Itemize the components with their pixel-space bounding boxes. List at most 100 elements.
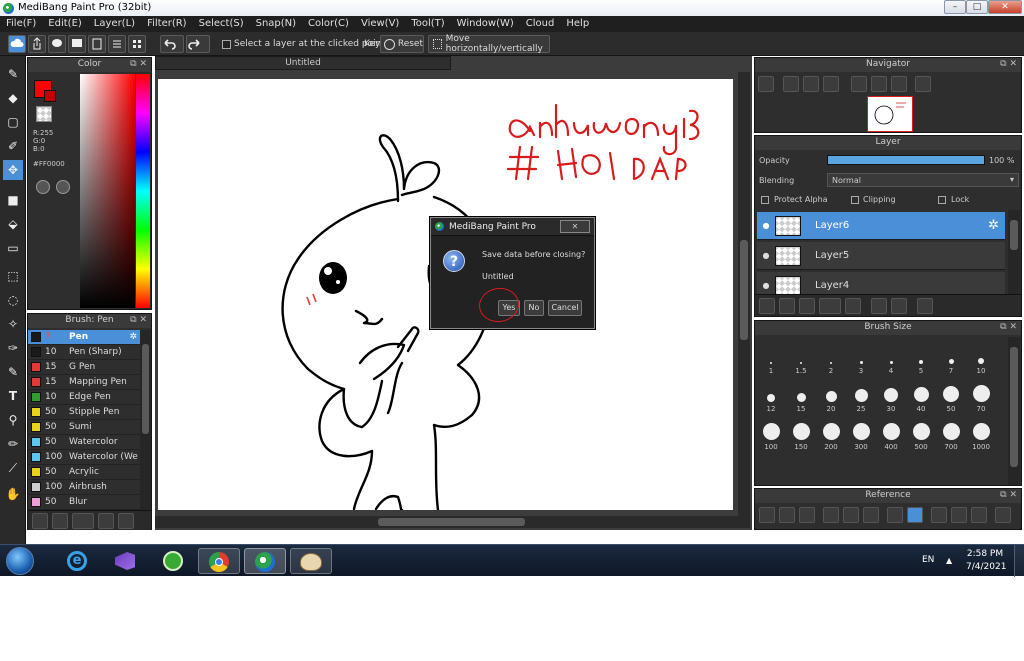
brush-size-cell[interactable]: 40 <box>906 377 936 413</box>
zoom-out-icon[interactable] <box>823 76 839 92</box>
layer-row[interactable]: ● Layer5 <box>757 242 1005 270</box>
fill-rect-tool-icon[interactable]: ■ <box>3 190 23 210</box>
brush-size-cell[interactable]: 12 <box>756 377 786 413</box>
cloud-icon[interactable] <box>8 35 26 53</box>
layer-scrollbar[interactable] <box>1008 210 1020 294</box>
grid-icon[interactable] <box>128 35 146 53</box>
brush-item[interactable]: 7 Pen ✲ <box>28 330 140 345</box>
eraser-tool-icon[interactable]: ◆ <box>3 88 23 108</box>
bucket-tool-icon[interactable]: ⬙ <box>3 214 23 234</box>
select-pen-icon[interactable]: ✑ <box>3 338 23 358</box>
rotate-right-icon[interactable] <box>891 76 907 92</box>
clipping-checkbox[interactable] <box>851 196 859 204</box>
brush-size-cell[interactable]: 100 <box>756 415 786 451</box>
brush-size-cell[interactable]: 150 <box>786 415 816 451</box>
reference-rotate-left-icon[interactable] <box>931 507 947 523</box>
close-button[interactable]: ✕ <box>988 0 1022 14</box>
zoom-in-icon[interactable] <box>783 76 799 92</box>
document-icon[interactable] <box>88 35 106 53</box>
brush-size-cell[interactable]: 2 <box>816 339 846 375</box>
panel-close-icon[interactable]: ⧉ ✕ <box>1000 321 1017 334</box>
palette-icon[interactable] <box>36 180 50 194</box>
minimize-button[interactable]: – <box>944 0 966 14</box>
comment-icon[interactable] <box>48 35 66 53</box>
folder-icon[interactable] <box>845 298 861 314</box>
brush-size-cell[interactable]: 30 <box>876 377 906 413</box>
menu-item[interactable]: File(F) <box>0 16 42 32</box>
menu-item[interactable]: Cloud <box>520 16 561 32</box>
clock-date[interactable]: 7/4/2021 <box>966 562 1006 572</box>
coccoc-browser-icon[interactable] <box>154 548 192 574</box>
protect-alpha-checkbox[interactable] <box>761 196 769 204</box>
move-tool-icon[interactable]: ✥ <box>3 160 23 180</box>
panel-close-icon[interactable]: ⧉ ✕ <box>130 58 147 71</box>
gear-icon[interactable]: ✲ <box>988 218 999 233</box>
panel-close-icon[interactable]: ⧉ ✕ <box>1000 58 1017 71</box>
panel-close-icon[interactable]: ⧉ ✕ <box>1000 489 1017 502</box>
clock-time[interactable]: 2:58 PM <box>966 549 1004 559</box>
brush-item[interactable]: 50 Blur <box>28 495 140 510</box>
brush-size-scrollbar[interactable] <box>1008 337 1020 485</box>
brush-size-cell[interactable]: 3 <box>846 339 876 375</box>
reference-zoom-out-icon[interactable] <box>863 507 879 523</box>
redo-icon[interactable] <box>186 35 210 53</box>
no-button[interactable]: No <box>524 300 544 316</box>
hand-tool-icon[interactable]: ✋ <box>3 484 23 504</box>
dialog-close-button[interactable]: ✕ <box>560 220 590 233</box>
eyedropper-tool-icon[interactable]: ⟋ <box>3 458 23 478</box>
rotate-left-icon[interactable] <box>851 76 867 92</box>
brush-size-cell[interactable]: 1000 <box>966 415 996 451</box>
brush-item[interactable]: 50 Acrylic <box>28 465 140 480</box>
delete-layer-icon[interactable] <box>917 298 933 314</box>
reference-close-icon[interactable] <box>799 507 815 523</box>
menu-item[interactable]: Tool(T) <box>405 16 450 32</box>
brush-settings-icon[interactable] <box>98 513 114 529</box>
new-layer-icon[interactable] <box>759 298 775 314</box>
select-layer-checkbox[interactable] <box>222 40 231 49</box>
opacity-slider[interactable] <box>827 155 985 165</box>
post-icon[interactable] <box>68 35 86 53</box>
language-indicator[interactable]: EN <box>922 555 934 565</box>
internet-explorer-icon[interactable]: e <box>58 548 96 574</box>
move-direction-button[interactable]: Move horizontally/vertically <box>428 34 550 54</box>
brush-size-cell[interactable]: 400 <box>876 415 906 451</box>
menu-item[interactable]: Edit(E) <box>42 16 88 32</box>
brush-tool-icon[interactable]: ✎ <box>3 64 23 84</box>
brush-new-icon[interactable] <box>52 513 68 529</box>
brush-size-cell[interactable]: 700 <box>936 415 966 451</box>
brush-size-cell[interactable]: 300 <box>846 415 876 451</box>
show-desktop-button[interactable] <box>1014 545 1024 577</box>
brush-size-cell[interactable]: 200 <box>816 415 846 451</box>
lasso-tool-icon[interactable]: ◌ <box>3 290 23 310</box>
brush-size-cell[interactable]: 1 <box>756 339 786 375</box>
navigator-thumbnail[interactable] <box>867 96 913 132</box>
brush-size-cell[interactable]: 50 <box>936 377 966 413</box>
brush-scrollbar[interactable] <box>140 330 151 510</box>
reference-cloud-icon[interactable] <box>759 507 775 523</box>
reference-hand-icon[interactable] <box>907 507 923 523</box>
rectangle-tool-icon[interactable]: ▢ <box>3 112 23 132</box>
menu-item[interactable]: View(V) <box>355 16 405 32</box>
select-eraser-icon[interactable]: ✎ <box>3 362 23 382</box>
chrome-icon[interactable] <box>198 548 240 574</box>
brush-size-cell[interactable]: 15 <box>786 377 816 413</box>
undo-icon[interactable] <box>160 35 184 53</box>
merge-layer-icon[interactable] <box>891 298 907 314</box>
brush-size-cell[interactable]: 70 <box>966 377 996 413</box>
brush-size-cell[interactable]: 500 <box>906 415 936 451</box>
menu-item[interactable]: Layer(L) <box>88 16 141 32</box>
medibang-taskbar-icon[interactable] <box>244 548 286 574</box>
canvas-horizontal-scrollbar[interactable] <box>155 516 738 528</box>
brush-size-cell[interactable]: 1.5 <box>786 339 816 375</box>
reference-flip-icon[interactable] <box>995 507 1011 523</box>
reference-fit-icon[interactable] <box>843 507 859 523</box>
new-bw-layer-icon[interactable] <box>799 298 815 314</box>
brush-item[interactable]: 50 Stipple Pen <box>28 405 140 420</box>
chevron-up-icon[interactable]: ▲ <box>946 556 952 565</box>
panel-close-icon[interactable]: ⧉ ✕ <box>130 314 147 327</box>
reference-rotate-right-icon[interactable] <box>971 507 987 523</box>
brush-item[interactable]: 15 G Pen <box>28 360 140 375</box>
brush-item[interactable]: 100 Airbrush <box>28 480 140 495</box>
gear-icon[interactable]: ✲ <box>129 332 137 342</box>
brush-item[interactable]: 10 Edge Pen <box>28 390 140 405</box>
